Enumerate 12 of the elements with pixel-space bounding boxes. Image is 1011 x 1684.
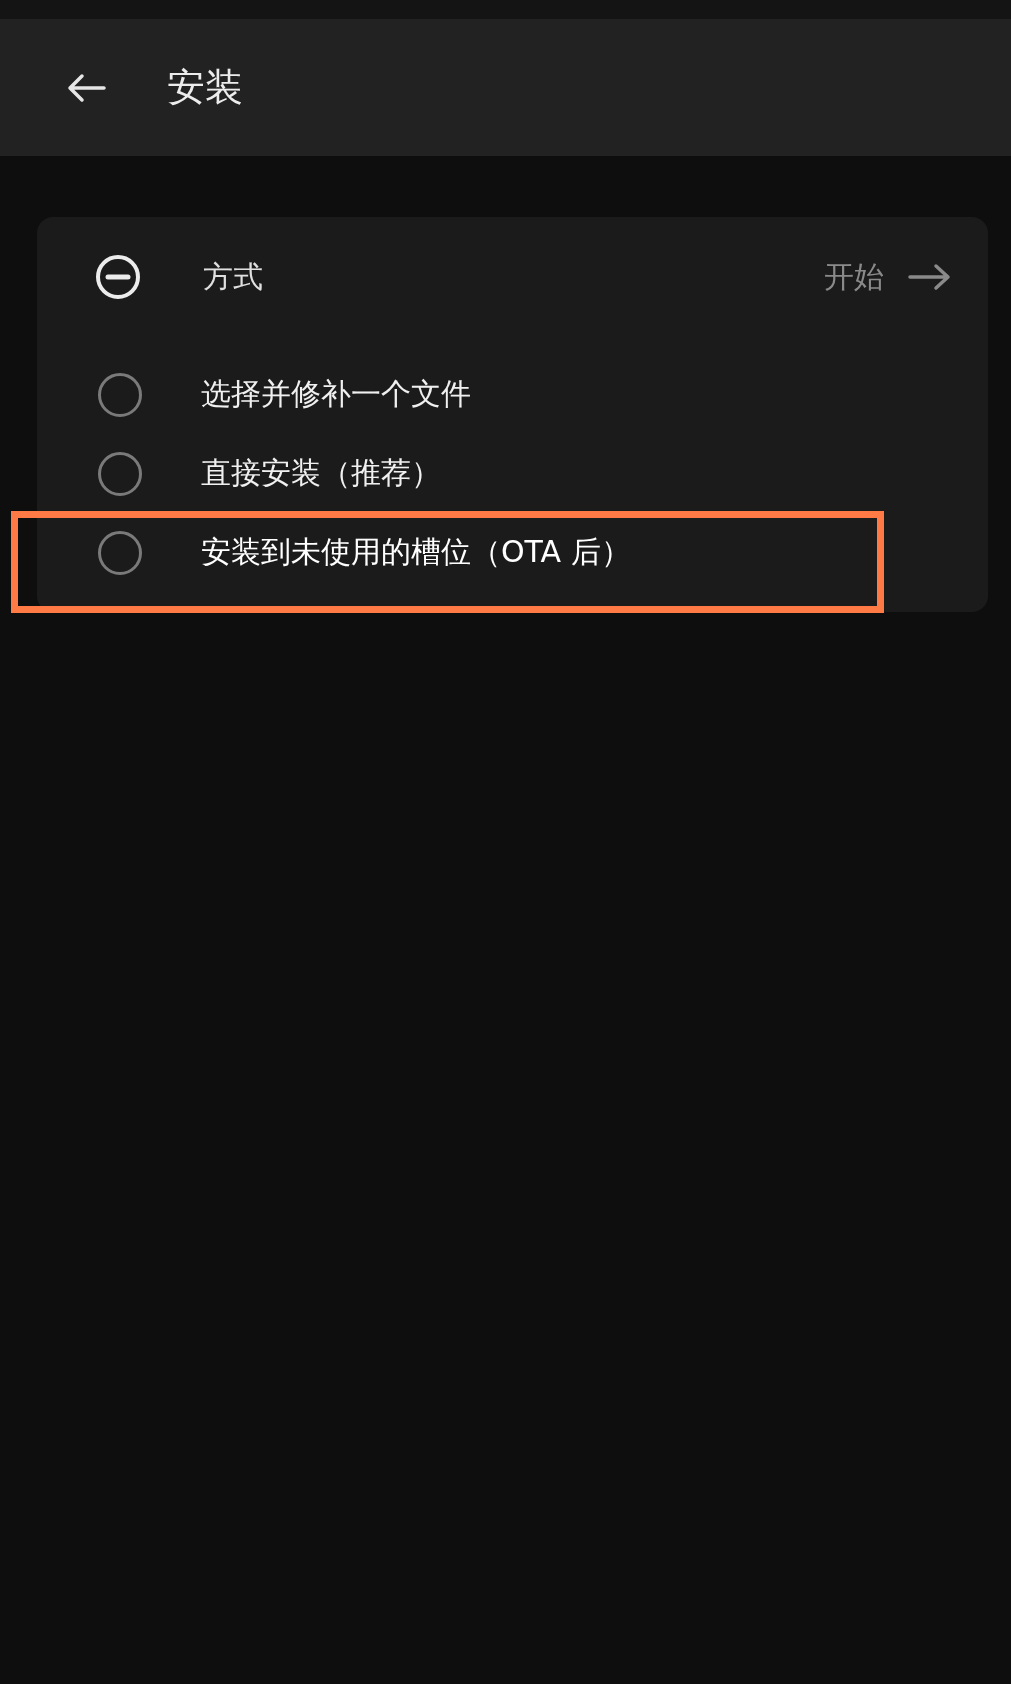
- option-label[interactable]: 直接安装（推荐）: [201, 453, 441, 494]
- screen-title: 安装: [167, 64, 243, 111]
- radio-button[interactable]: [98, 530, 142, 575]
- option-label[interactable]: 选择并修补一个文件: [201, 374, 471, 415]
- section-title: 方式: [203, 257, 264, 296]
- radio-button[interactable]: [98, 372, 142, 417]
- start-button[interactable]: 开始: [824, 256, 952, 298]
- radio-button[interactable]: [98, 451, 142, 496]
- back-arrow-icon[interactable]: [66, 71, 106, 104]
- collapse-icon[interactable]: [94, 253, 142, 301]
- option-label[interactable]: 安装到未使用的槽位（OTA 后）: [201, 532, 631, 573]
- arrow-right-icon: [908, 263, 952, 291]
